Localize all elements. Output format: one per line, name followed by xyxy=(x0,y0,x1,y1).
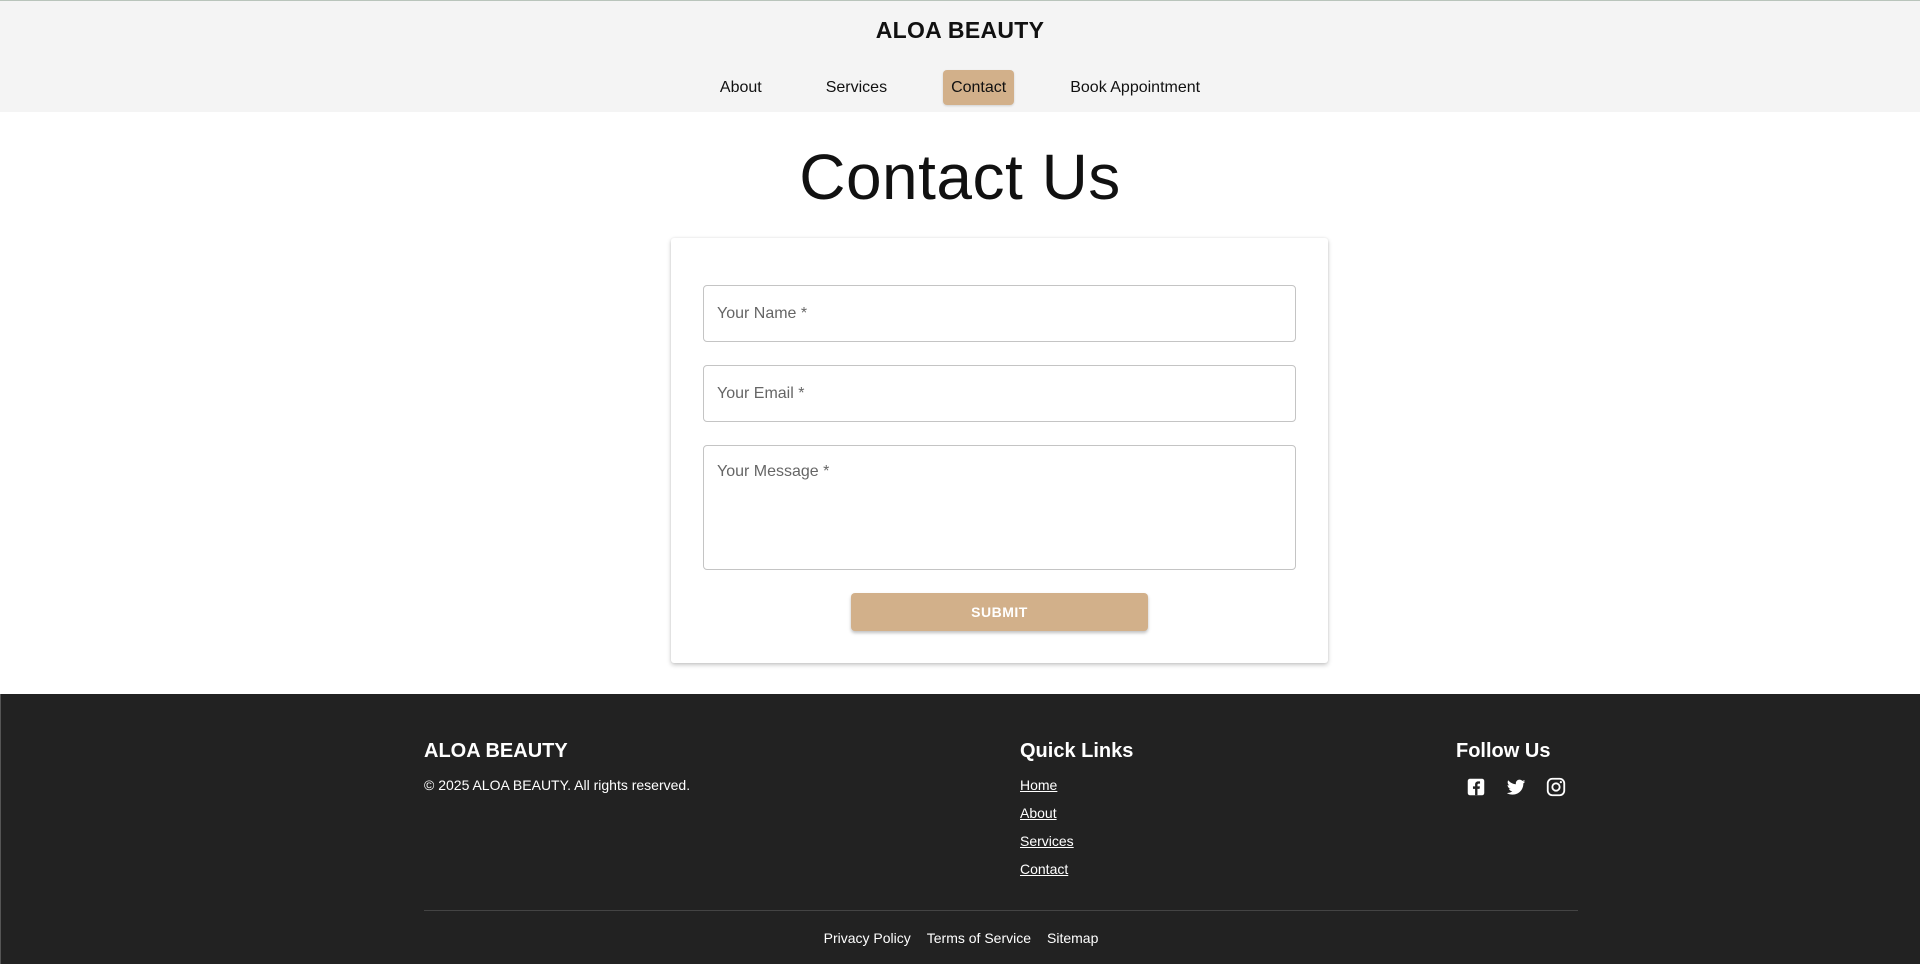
footer-copyright: © 2025 ALOA BEAUTY. All rights reserved. xyxy=(424,777,691,793)
facebook-icon[interactable] xyxy=(1465,776,1487,798)
list-item: Home xyxy=(1020,777,1074,794)
contact-form-card: SUBMIT xyxy=(671,238,1328,663)
footer-link-services[interactable]: Services xyxy=(1020,833,1074,849)
footer-link-contact[interactable]: Contact xyxy=(1020,861,1068,877)
privacy-policy-link[interactable]: Privacy Policy xyxy=(824,930,911,946)
quick-links-heading: Quick Links xyxy=(1020,740,1134,762)
sitemap-link[interactable]: Sitemap xyxy=(1047,930,1098,946)
social-links xyxy=(1465,776,1567,798)
legal-links: Privacy Policy Terms of Service Sitemap xyxy=(1,930,1920,946)
list-item: About xyxy=(1020,805,1074,822)
brand-logo[interactable]: ALOA BEAUTY xyxy=(0,17,1920,44)
main-nav: About Services Contact Book Appointment xyxy=(0,70,1920,105)
nav-link-book-appointment[interactable]: Book Appointment xyxy=(1062,70,1208,105)
instagram-icon[interactable] xyxy=(1545,776,1567,798)
quick-links-list: Home About Services Contact xyxy=(1020,777,1074,889)
nav-link-services[interactable]: Services xyxy=(818,70,895,105)
name-input[interactable] xyxy=(703,285,1296,342)
message-textarea[interactable] xyxy=(703,445,1296,570)
footer-divider xyxy=(424,910,1578,911)
twitter-icon[interactable] xyxy=(1505,776,1527,798)
nav-link-about[interactable]: About xyxy=(712,70,770,105)
email-input[interactable] xyxy=(703,365,1296,422)
list-item: Contact xyxy=(1020,861,1074,878)
follow-us-heading: Follow Us xyxy=(1456,740,1551,762)
list-item: Services xyxy=(1020,833,1074,850)
nav-link-contact[interactable]: Contact xyxy=(943,70,1015,105)
submit-button[interactable]: SUBMIT xyxy=(851,593,1148,631)
footer-brand: ALOA BEAUTY xyxy=(424,740,568,762)
site-header: ALOA BEAUTY About Services Contact Book … xyxy=(0,0,1920,112)
page-title: Contact Us xyxy=(799,141,1121,213)
footer-link-about[interactable]: About xyxy=(1020,805,1057,821)
site-footer: ALOA BEAUTY © 2025 ALOA BEAUTY. All righ… xyxy=(0,694,1920,964)
footer-link-home[interactable]: Home xyxy=(1020,777,1057,793)
terms-of-service-link[interactable]: Terms of Service xyxy=(927,930,1031,946)
